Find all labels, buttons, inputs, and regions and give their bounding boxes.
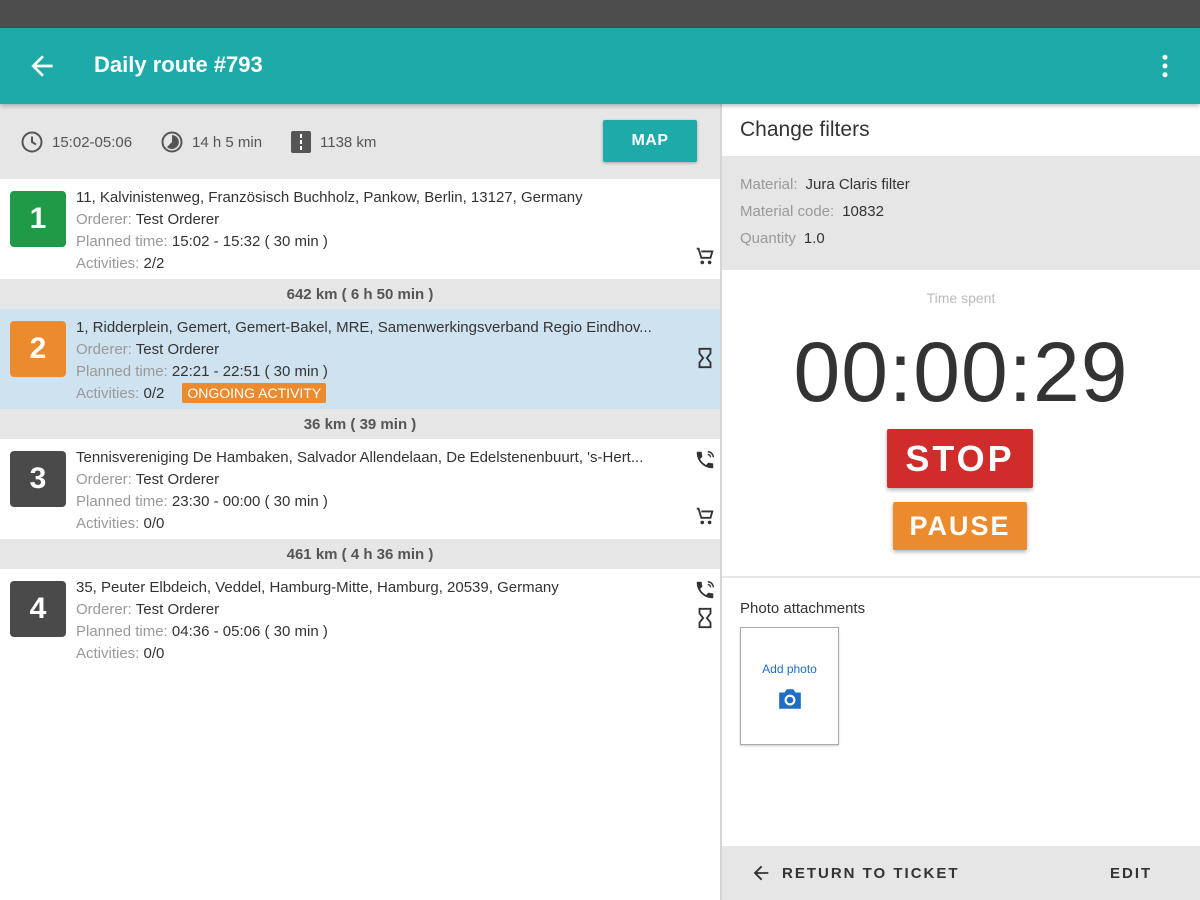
cart-icon — [696, 507, 714, 525]
hourglass-icon — [698, 607, 712, 629]
material-value: Jura Claris filter — [805, 176, 910, 193]
planned-time-label: Planned time: — [76, 363, 168, 380]
app-bar: Daily route #793 — [0, 28, 1200, 104]
activities-label: Activities: — [76, 645, 140, 662]
road-icon — [291, 131, 311, 153]
duration-summary: 14 h 5 min — [160, 130, 262, 154]
orderer-value: Test Orderer — [135, 471, 220, 488]
photo-attachments-title: Photo attachments — [740, 600, 866, 617]
planned-time-label: Planned time: — [76, 233, 168, 250]
planned-time-label: Planned time: — [76, 493, 168, 510]
planned-time-value: 22:21 - 22:51 ( 30 min ) — [171, 363, 328, 380]
orderer-label: Orderer: — [76, 211, 132, 228]
quantity-label: Quantity — [740, 230, 796, 247]
stop-item[interactable]: 3 Tennisvereniging De Hambaken, Salvador… — [0, 439, 720, 539]
time-range-summary: 15:02-05:06 — [20, 130, 132, 154]
planned-time-value: 23:30 - 00:00 ( 30 min ) — [171, 493, 328, 510]
planned-time-label: Planned time: — [76, 623, 168, 640]
distance-text: 1138 km — [320, 133, 377, 151]
stop-address: 11, Kalvinistenweg, Französisch Buchholz… — [76, 189, 583, 206]
activity-panel: Change filters Material: Jura Claris filt… — [722, 104, 1200, 900]
phone-icon — [696, 581, 714, 599]
pause-button[interactable]: PAUSE — [893, 502, 1027, 550]
material-code-label: Material code: — [740, 203, 835, 220]
elapsed-timer: 00:00:29 — [793, 325, 1129, 419]
stop-number-badge: 3 — [10, 451, 66, 507]
stop-address: 35, Peuter Elbdeich, Veddel, Hamburg-Mit… — [76, 579, 559, 596]
edit-button[interactable]: EDIT — [1110, 865, 1152, 882]
stop-item-selected[interactable]: 2 1, Ridderplein, Gemert, Gemert-Bakel, … — [0, 309, 720, 409]
activities-label: Activities: — [76, 385, 140, 402]
timelapse-icon — [161, 131, 183, 153]
duration-text: 14 h 5 min — [192, 133, 263, 151]
orderer-value: Test Orderer — [135, 601, 220, 618]
material-code-value: 10832 — [842, 203, 884, 220]
add-photo-button[interactable]: Add photo — [740, 627, 839, 745]
activities-value: 0/0 — [143, 645, 165, 662]
return-to-ticket-label: RETURN TO TICKET — [782, 864, 960, 882]
quantity-value: 1.0 — [803, 230, 825, 247]
leg-separator: 36 km ( 39 min ) — [0, 409, 720, 439]
add-photo-label: Add photo — [762, 662, 817, 676]
back-arrow-icon[interactable] — [26, 50, 58, 82]
bottom-action-bar: RETURN TO TICKET EDIT — [722, 846, 1200, 900]
activities-label: Activities: — [76, 515, 140, 532]
cart-icon — [696, 247, 714, 265]
material-details: Material: Jura Claris filter Material cod… — [722, 156, 1200, 270]
clock-icon — [21, 131, 43, 153]
route-pane: 15:02-05:06 14 h 5 min 1138 km MAP 1 11,… — [0, 104, 720, 900]
stop-address: Tennisvereniging De Hambaken, Salvador A… — [76, 449, 644, 466]
stop-item[interactable]: 1 11, Kalvinistenweg, Französisch Buchho… — [0, 179, 720, 279]
stop-address: 1, Ridderplein, Gemert, Gemert-Bakel, MR… — [76, 319, 652, 336]
activities-label: Activities: — [76, 255, 140, 272]
return-to-ticket-button[interactable]: RETURN TO TICKET — [750, 862, 960, 884]
stop-button[interactable]: STOP — [887, 429, 1033, 488]
stop-number-badge: 1 — [10, 191, 66, 247]
page-title: Daily route #793 — [94, 52, 263, 77]
status-bar — [0, 0, 1200, 28]
leg-separator: 642 km ( 6 h 50 min ) — [0, 279, 720, 309]
orderer-value: Test Orderer — [135, 211, 220, 228]
material-label: Material: — [740, 176, 798, 193]
stop-item[interactable]: 4 35, Peuter Elbdeich, Veddel, Hamburg-M… — [0, 569, 720, 669]
orderer-label: Orderer: — [76, 601, 132, 618]
stop-number-badge: 2 — [10, 321, 66, 377]
stop-number-badge: 4 — [10, 581, 66, 637]
more-vert-icon[interactable] — [1150, 50, 1180, 82]
section-divider — [722, 576, 1200, 578]
activities-value: 0/2 — [143, 385, 165, 402]
phone-icon — [696, 451, 714, 469]
activities-value: 2/2 — [143, 255, 165, 272]
hourglass-icon — [698, 347, 712, 369]
arrow-left-icon — [753, 865, 769, 881]
time-range-text: 15:02-05:06 — [52, 133, 133, 151]
orderer-label: Orderer: — [76, 341, 132, 358]
orderer-label: Orderer: — [76, 471, 132, 488]
orderer-value: Test Orderer — [135, 341, 220, 358]
leg-separator: 461 km ( 4 h 36 min ) — [0, 539, 720, 569]
time-spent-label: Time spent — [926, 290, 996, 306]
distance-summary: 1138 km — [290, 130, 376, 154]
planned-time-value: 04:36 - 05:06 ( 30 min ) — [171, 623, 328, 640]
map-button[interactable]: MAP — [603, 120, 697, 162]
activities-value: 0/0 — [143, 515, 165, 532]
camera-icon — [779, 689, 801, 709]
ongoing-activity-badge: ONGOING ACTIVITY — [182, 383, 327, 403]
planned-time-value: 15:02 - 15:32 ( 30 min ) — [171, 233, 328, 250]
route-summary: 15:02-05:06 14 h 5 min 1138 km MAP — [0, 104, 720, 179]
activity-title: Change filters — [740, 118, 870, 141]
